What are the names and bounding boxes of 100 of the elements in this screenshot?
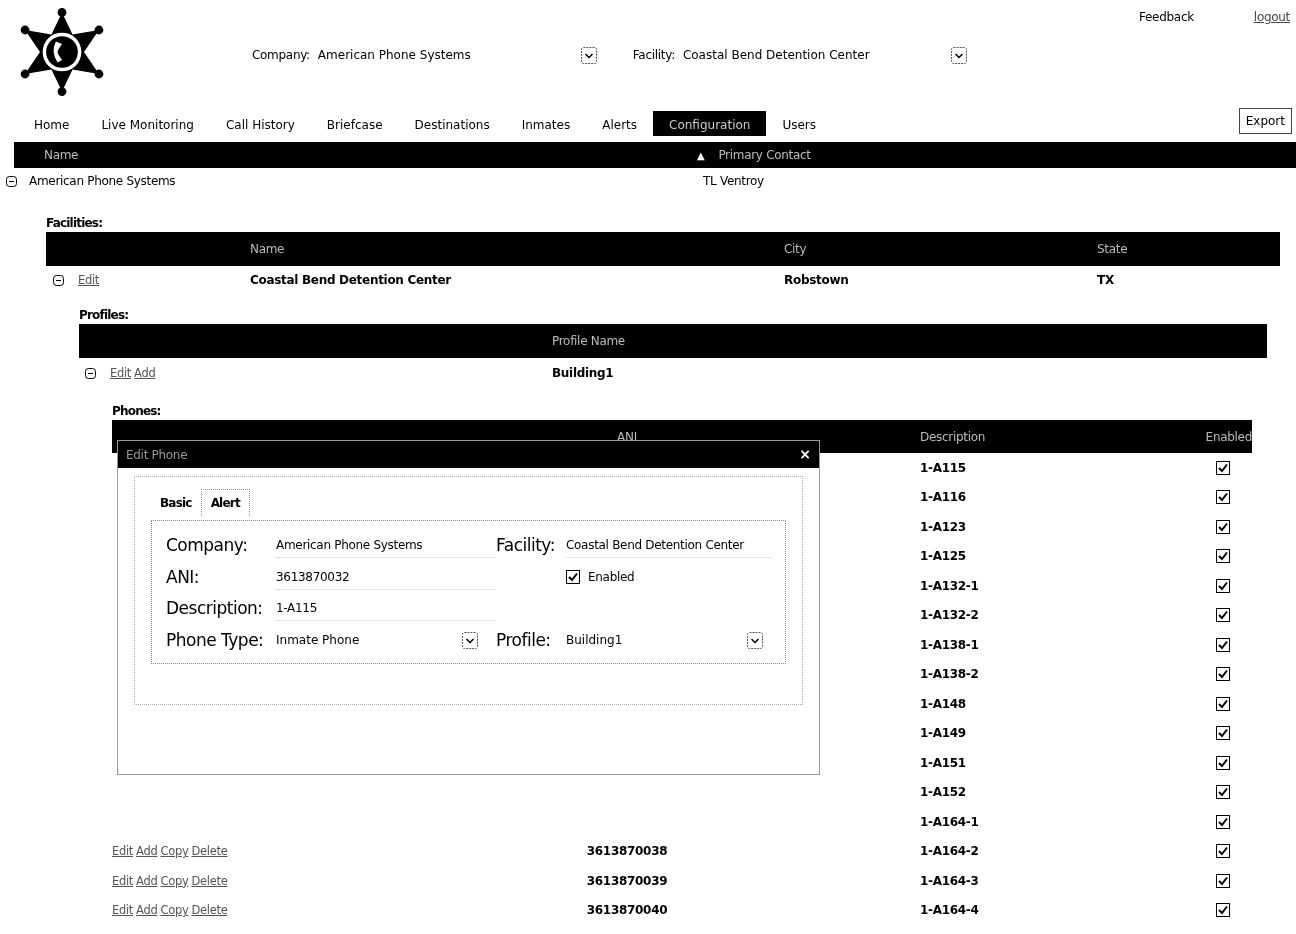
field-label: Description: bbox=[166, 597, 264, 620]
field-label: Facility: bbox=[496, 534, 556, 557]
table-cell-text: Coastal Bend Detention Center bbox=[250, 272, 452, 289]
table-cell-text: 1-A123 bbox=[919, 518, 967, 536]
edit-link[interactable]: Edit bbox=[78, 272, 100, 287]
checkbox[interactable] bbox=[1216, 755, 1230, 770]
edit-link[interactable]: Edit bbox=[110, 365, 132, 380]
table-cell-text: 3613870040 bbox=[585, 902, 669, 920]
delete-link[interactable]: Delete bbox=[191, 873, 228, 888]
table-cell-text: 1-A132-2 bbox=[919, 607, 980, 625]
checkbox[interactable] bbox=[1216, 460, 1230, 475]
checkbox[interactable] bbox=[1216, 785, 1230, 800]
nav-tab[interactable]: Call History bbox=[209, 111, 311, 136]
facility-field[interactable]: Coastal Bend Detention Center bbox=[566, 533, 771, 559]
dialog-tab[interactable]: Alert bbox=[200, 489, 250, 516]
table-cell-text: TL Ventroy bbox=[702, 173, 765, 190]
nav-tab[interactable]: Users bbox=[766, 111, 833, 136]
edit-link[interactable]: Edit bbox=[112, 844, 134, 859]
dialog-tab[interactable]: Basic bbox=[151, 489, 201, 516]
delete-link[interactable]: Delete bbox=[191, 844, 228, 859]
copy-link[interactable]: Copy bbox=[160, 844, 189, 859]
checkbox[interactable] bbox=[1216, 578, 1230, 593]
column-header[interactable]: State bbox=[1097, 240, 1280, 258]
field-label: Profile: bbox=[496, 628, 552, 652]
phone-type-select[interactable]: Inmate Phone bbox=[276, 628, 486, 653]
company-select[interactable]: American Phone Systems bbox=[317, 46, 597, 64]
close-button[interactable]: × bbox=[799, 444, 811, 465]
edit-link[interactable]: Edit bbox=[112, 873, 134, 888]
company-label: Company: bbox=[252, 47, 310, 64]
collapse-icon[interactable] bbox=[53, 274, 64, 286]
table-cell-text: 3613870039 bbox=[585, 872, 669, 890]
enabled-checkbox[interactable] bbox=[566, 570, 580, 585]
copy-link[interactable]: Copy bbox=[160, 873, 189, 888]
checkbox[interactable] bbox=[1216, 814, 1230, 829]
checkbox[interactable] bbox=[1216, 549, 1230, 564]
export-button[interactable]: Export bbox=[1238, 108, 1292, 134]
nav-tab[interactable]: Destinations bbox=[398, 111, 506, 136]
add-link[interactable]: Add bbox=[136, 873, 158, 888]
nav-tab[interactable]: Configuration bbox=[653, 111, 767, 136]
table-cell-text: Building1 bbox=[552, 365, 615, 382]
nav-tab[interactable]: Inmates bbox=[505, 111, 587, 136]
copy-link[interactable]: Copy bbox=[160, 903, 189, 918]
column-header[interactable]: Name bbox=[250, 240, 784, 258]
feedback-link[interactable]: Feedback bbox=[1139, 8, 1194, 26]
profile-select[interactable]: Building1 bbox=[566, 628, 771, 653]
nav-tab[interactable]: Alerts bbox=[586, 111, 654, 136]
checkbox[interactable] bbox=[1216, 519, 1230, 534]
table-cell-text: 1-A125 bbox=[919, 548, 967, 566]
checkbox[interactable] bbox=[1216, 637, 1230, 652]
table-cell-text: 1-A149 bbox=[919, 725, 967, 743]
table-cell-text: 1-A164-4 bbox=[919, 902, 980, 920]
star-logo-icon bbox=[18, 8, 106, 96]
sort-arrow-icon[interactable]: ▲ bbox=[697, 150, 705, 161]
field-label: Company: bbox=[166, 534, 249, 557]
nav-tab[interactable]: Briefcase bbox=[310, 111, 399, 136]
table-cell-text: 1-A138-1 bbox=[919, 636, 980, 654]
add-link[interactable]: Add bbox=[134, 365, 156, 380]
company-field[interactable]: American Phone Systems bbox=[276, 533, 496, 559]
checkbox[interactable] bbox=[1216, 490, 1230, 505]
checkbox[interactable] bbox=[1216, 608, 1230, 623]
collapse-icon[interactable] bbox=[85, 367, 96, 379]
column-header[interactable]: Primary Contact bbox=[718, 148, 811, 162]
facility-label: Facility: bbox=[632, 47, 675, 64]
table-cell-text: 1-A148 bbox=[919, 695, 967, 713]
checkbox[interactable] bbox=[1216, 844, 1230, 859]
table-cell-text: 1-A132-1 bbox=[919, 577, 980, 595]
column-header[interactable]: Description bbox=[812, 427, 1162, 446]
table-cell-text: 1-A164-1 bbox=[919, 813, 980, 831]
column-header[interactable]: Profile Name bbox=[552, 332, 1267, 350]
table-cell-text: 1-A164-3 bbox=[919, 872, 980, 890]
ani-field[interactable]: 3613870032 bbox=[276, 564, 496, 590]
table-cell-text: 1-A152 bbox=[919, 784, 967, 802]
nav-tab[interactable]: Live Monitoring bbox=[85, 111, 210, 136]
nav-tab[interactable]: Home bbox=[18, 111, 86, 136]
collapse-icon[interactable] bbox=[6, 175, 17, 187]
column-header[interactable]: City bbox=[784, 240, 1097, 258]
facility-select[interactable]: Coastal Bend Detention Center bbox=[682, 46, 967, 64]
table-cell-text: 1-A115 bbox=[919, 459, 967, 477]
checkbox[interactable] bbox=[1216, 873, 1230, 888]
checkbox-label: Enabled bbox=[588, 569, 635, 587]
checkbox[interactable] bbox=[1216, 903, 1230, 918]
add-link[interactable]: Add bbox=[136, 903, 158, 918]
table-cell-text: 1-A138-2 bbox=[919, 666, 980, 684]
add-link[interactable]: Add bbox=[136, 844, 158, 859]
logout-link[interactable]: logout bbox=[1253, 8, 1290, 26]
checkbox[interactable] bbox=[1216, 667, 1230, 682]
field-label: Phone Type: bbox=[166, 628, 265, 652]
table-cell-text: 1-A151 bbox=[919, 754, 967, 772]
field-label: ANI: bbox=[166, 565, 201, 589]
dialog-title: Edit Phone bbox=[126, 446, 188, 464]
description-field[interactable]: 1-A115 bbox=[276, 596, 496, 622]
checkbox[interactable] bbox=[1216, 696, 1230, 711]
table-cell-text: 1-A116 bbox=[919, 489, 967, 507]
checkbox[interactable] bbox=[1216, 726, 1230, 741]
edit-link[interactable]: Edit bbox=[112, 903, 134, 918]
section-title: Profiles: bbox=[79, 307, 130, 324]
column-header[interactable]: Name bbox=[14, 146, 697, 164]
column-header[interactable]: Enabled bbox=[1162, 427, 1252, 446]
section-title: Facilities: bbox=[46, 215, 104, 232]
delete-link[interactable]: Delete bbox=[191, 903, 228, 918]
